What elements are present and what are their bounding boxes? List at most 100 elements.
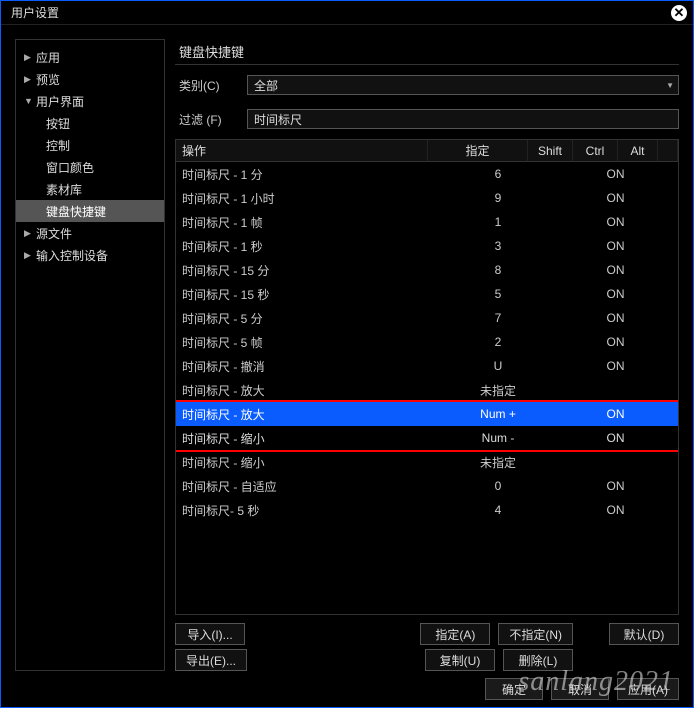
assign-button[interactable]: 指定(A) [420, 623, 490, 645]
table-body: 时间标尺 - 1 分6ON时间标尺 - 1 小时9ON时间标尺 - 1 帧1ON… [176, 162, 678, 614]
sidebar-item-label: 源文件 [36, 225, 72, 242]
col-pad [658, 140, 678, 162]
sidebar-item-window-color[interactable]: 窗口颜色 [16, 156, 164, 178]
cell-assign: Num + [448, 402, 548, 426]
cell-op: 时间标尺 - 1 分 [176, 162, 448, 186]
import-button[interactable]: 导入(I)... [175, 623, 245, 645]
unassign-button[interactable]: 不指定(N) [498, 623, 573, 645]
cell-shift [548, 450, 593, 474]
cell-op: 时间标尺 - 1 秒 [176, 234, 448, 258]
cell-alt [638, 162, 678, 186]
table-row[interactable]: 时间标尺 - 15 分8ON [176, 258, 678, 282]
col-assign[interactable]: 指定 [428, 140, 528, 162]
sidebar-item-label: 键盘快捷键 [46, 203, 106, 220]
titlebar: 用户设置 ✕ [1, 1, 693, 25]
cell-ctrl: ON [593, 162, 638, 186]
button-row-2: 导出(E)... 复制(U) 删除(L) [175, 649, 679, 671]
sidebar-item-buttons[interactable]: 按钮 [16, 112, 164, 134]
cell-shift [548, 210, 593, 234]
filter-row: 过滤 (F) [175, 105, 679, 133]
duplicate-button[interactable]: 复制(U) [425, 649, 495, 671]
cell-shift [548, 282, 593, 306]
category-dropdown[interactable]: 全部 ▼ [247, 75, 679, 95]
cell-op: 时间标尺 - 15 秒 [176, 282, 448, 306]
table-header: 操作 指定 Shift Ctrl Alt [176, 140, 678, 162]
cell-ctrl: ON [593, 186, 638, 210]
sidebar-item-label: 预览 [36, 71, 60, 88]
close-icon: ✕ [674, 6, 685, 19]
sidebar-item-label: 用户界面 [36, 93, 84, 110]
table-row[interactable]: 时间标尺 - 5 分7ON [176, 306, 678, 330]
col-shift[interactable]: Shift [528, 140, 573, 162]
table-row[interactable]: 时间标尺 - 自适应0ON [176, 474, 678, 498]
table-row[interactable]: 时间标尺 - 1 小时9ON [176, 186, 678, 210]
chevron-down-icon: ▼ [666, 81, 674, 90]
cell-alt [638, 498, 678, 522]
table-row[interactable]: 时间标尺 - 1 帧1ON [176, 210, 678, 234]
table-row[interactable]: 时间标尺 - 5 帧2ON [176, 330, 678, 354]
cell-ctrl: ON [593, 234, 638, 258]
cell-assign: 0 [448, 474, 548, 498]
cell-shift [548, 330, 593, 354]
window: 用户设置 ✕ ▶ 应用 ▶ 预览 ▼ 用户界面 按钮 控制 [0, 0, 694, 708]
cell-shift [548, 354, 593, 378]
cell-op: 时间标尺 - 放大 [176, 378, 448, 402]
cell-assign: 5 [448, 282, 548, 306]
sidebar-item-label: 素材库 [46, 181, 82, 198]
table-row[interactable]: 时间标尺 - 缩小Num -ON [176, 426, 678, 450]
col-operation[interactable]: 操作 [176, 140, 428, 162]
cell-alt [638, 426, 678, 450]
cell-op: 时间标尺 - 缩小 [176, 450, 448, 474]
cell-assign: 2 [448, 330, 548, 354]
col-alt[interactable]: Alt [618, 140, 658, 162]
table-row[interactable]: 时间标尺 - 1 分6ON [176, 162, 678, 186]
chevron-right-icon: ▶ [24, 250, 36, 261]
col-ctrl[interactable]: Ctrl [573, 140, 618, 162]
body: ▶ 应用 ▶ 预览 ▼ 用户界面 按钮 控制 窗口颜色 素材库 [1, 25, 693, 677]
default-button[interactable]: 默认(D) [609, 623, 679, 645]
export-button[interactable]: 导出(E)... [175, 649, 247, 671]
chevron-right-icon: ▶ [24, 52, 36, 63]
sidebar-item-asset-lib[interactable]: 素材库 [16, 178, 164, 200]
sidebar-item-label: 输入控制设备 [36, 247, 108, 264]
cell-alt [638, 378, 678, 402]
dropdown-value: 全部 [254, 77, 278, 94]
ok-button[interactable]: 确定 [485, 678, 543, 700]
sidebar-item-control[interactable]: 控制 [16, 134, 164, 156]
cell-op: 时间标尺 - 1 小时 [176, 186, 448, 210]
sidebar-item-source[interactable]: ▶ 源文件 [16, 222, 164, 244]
cell-ctrl: ON [593, 258, 638, 282]
cell-alt [638, 210, 678, 234]
table-row[interactable]: 时间标尺 - 缩小未指定 [176, 450, 678, 474]
table-row[interactable]: 时间标尺- 5 秒4ON [176, 498, 678, 522]
sidebar-item-app[interactable]: ▶ 应用 [16, 46, 164, 68]
footer: 确定 取消 应用(A) [1, 677, 693, 707]
sidebar-item-preview[interactable]: ▶ 预览 [16, 68, 164, 90]
cell-shift [548, 402, 593, 426]
cell-assign: 4 [448, 498, 548, 522]
category-row: 类别(C) 全部 ▼ [175, 71, 679, 99]
sidebar-item-keyboard-shortcuts[interactable]: 键盘快捷键 [16, 200, 164, 222]
section-title: 键盘快捷键 [175, 39, 679, 65]
cell-shift [548, 186, 593, 210]
cell-shift [548, 426, 593, 450]
cell-alt [638, 282, 678, 306]
table-row[interactable]: 时间标尺 - 放大Num +ON [176, 402, 678, 426]
sidebar-item-ui[interactable]: ▼ 用户界面 [16, 90, 164, 112]
close-button[interactable]: ✕ [671, 5, 687, 21]
cell-assign: 3 [448, 234, 548, 258]
table-row[interactable]: 时间标尺 - 放大未指定 [176, 378, 678, 402]
cell-assign: 未指定 [448, 450, 548, 474]
apply-button[interactable]: 应用(A) [617, 678, 679, 700]
cell-ctrl [593, 378, 638, 402]
table-row[interactable]: 时间标尺 - 1 秒3 ON [176, 234, 678, 258]
category-label: 类别(C) [175, 77, 247, 94]
cell-op: 时间标尺 - 1 帧 [176, 210, 448, 234]
table-row[interactable]: 时间标尺 - 撤消UON [176, 354, 678, 378]
table-row[interactable]: 时间标尺 - 15 秒5ON [176, 282, 678, 306]
shortcuts-table: 操作 指定 Shift Ctrl Alt 时间标尺 - 1 分6ON时间标尺 -… [175, 139, 679, 615]
sidebar-item-input-device[interactable]: ▶ 输入控制设备 [16, 244, 164, 266]
filter-input[interactable] [247, 109, 679, 129]
delete-button[interactable]: 删除(L) [503, 649, 573, 671]
cancel-button[interactable]: 取消 [551, 678, 609, 700]
